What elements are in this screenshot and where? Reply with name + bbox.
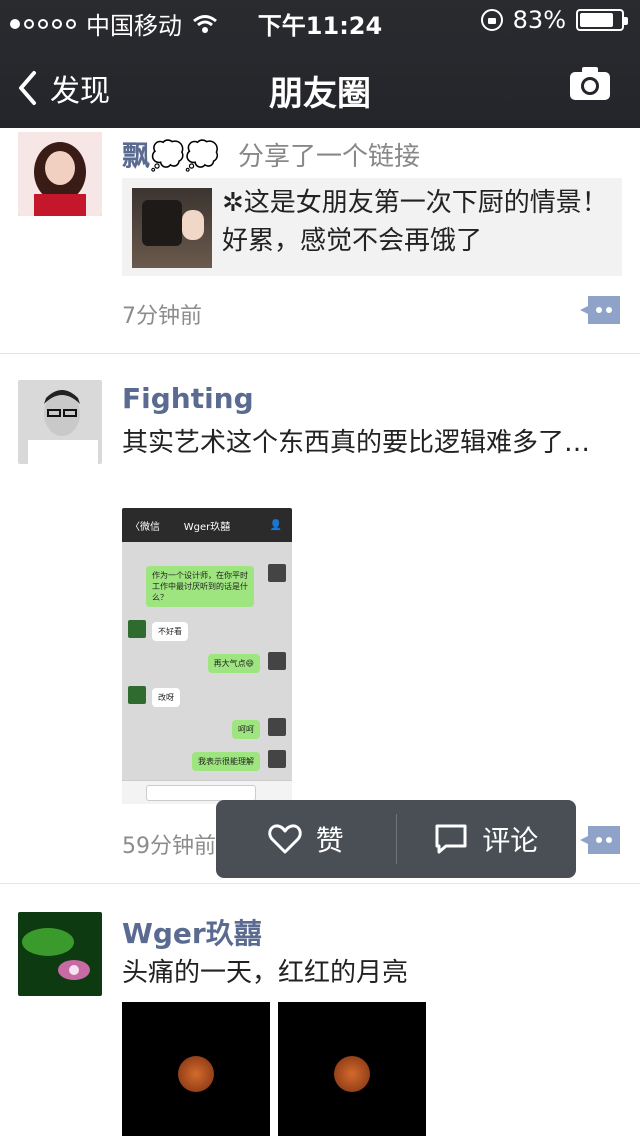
camera-button[interactable] <box>568 64 612 102</box>
post-image[interactable] <box>278 1002 426 1136</box>
post-text: 其实艺术这个东西真的要比逻辑难多了… <box>122 428 591 458</box>
like-comment-popover: 赞 评论 <box>216 800 576 878</box>
status-bar: 中国移动 下午11:24 83% <box>0 0 640 40</box>
battery-icon <box>576 9 628 31</box>
post-author[interactable]: Fighting <box>122 382 254 415</box>
link-thumbnail <box>132 188 212 268</box>
person-avatar-image <box>18 380 102 464</box>
comment-bubble-icon <box>580 296 620 324</box>
share-label: 分享了一个链接 <box>238 142 421 172</box>
person-icon: 👤 <box>269 519 282 531</box>
moment-post: 飘💭💭 分享了一个链接 ✲这是女朋友第一次下厨的情景！好累，感觉不会再饿了 7分… <box>0 128 640 354</box>
chat-bubble: 改呀 <box>152 688 180 707</box>
post-text: 头痛的一天，红红的月亮 <box>122 958 409 988</box>
chat-bubble: 我表示很能理解 <box>192 752 260 771</box>
battery-percent: 83% <box>512 6 566 34</box>
moments-feed[interactable]: 飘💭💭 分享了一个链接 ✲这是女朋友第一次下厨的情景！好累，感觉不会再饿了 7分… <box>0 128 640 1136</box>
chat-title: Wger玖囍 <box>183 521 231 533</box>
comment-button[interactable]: 评论 <box>397 800 577 878</box>
comment-icon <box>435 824 467 854</box>
comment-options-button[interactable] <box>580 826 620 854</box>
avatar[interactable] <box>18 380 102 464</box>
comment-options-button[interactable] <box>580 296 620 324</box>
comment-label: 评论 <box>482 824 539 857</box>
avatar[interactable] <box>18 912 102 996</box>
chat-bubble: 作为一个设计师，在你平时工作中最讨厌听到的话是什么？ <box>146 566 254 607</box>
navigation-bar: 发现 朋友圈 <box>0 40 640 128</box>
post-image[interactable]: 〈微信 Wger玖囍 👤 作为一个设计师，在你平时工作中最讨厌听到的话是什么？ … <box>122 508 292 804</box>
battery-level <box>580 13 614 27</box>
moon-image <box>178 1056 214 1092</box>
chat-bubble: 不好看 <box>152 622 188 641</box>
post-image[interactable] <box>122 1002 270 1136</box>
page-title: 朋友圈 <box>269 74 371 114</box>
heart-icon <box>268 824 302 854</box>
post-time: 59分钟前 <box>122 834 216 859</box>
app-header: 中国移动 下午11:24 83% 发现 朋友圈 <box>0 0 640 128</box>
camera-icon <box>570 67 610 100</box>
comment-bubble-icon <box>580 826 620 854</box>
chat-bubble: 再大气点😄 <box>207 654 260 673</box>
rotation-lock-icon <box>480 9 503 31</box>
like-button[interactable]: 赞 <box>216 800 396 878</box>
chat-screenshot-header: 〈微信 Wger玖囍 👤 <box>122 508 292 542</box>
post-author[interactable]: 飘💭💭 <box>122 134 220 174</box>
like-label: 赞 <box>315 824 344 857</box>
moon-image <box>334 1056 370 1092</box>
post-time: 7分钟前 <box>122 304 202 329</box>
post-author[interactable]: Wger玖囍 <box>122 912 262 952</box>
link-title: ✲这是女朋友第一次下厨的情景！好累，感觉不会再饿了 <box>222 188 608 256</box>
shared-link-card[interactable]: ✲这是女朋友第一次下厨的情景！好累，感觉不会再饿了 <box>122 178 622 276</box>
status-right: 83% <box>480 6 628 34</box>
chat-back-label: 〈微信 <box>130 521 160 533</box>
person-avatar-image <box>18 132 102 216</box>
avatar[interactable] <box>18 132 102 216</box>
chat-bubble: 呵呵 <box>232 720 260 739</box>
flower-avatar-image <box>18 912 102 996</box>
